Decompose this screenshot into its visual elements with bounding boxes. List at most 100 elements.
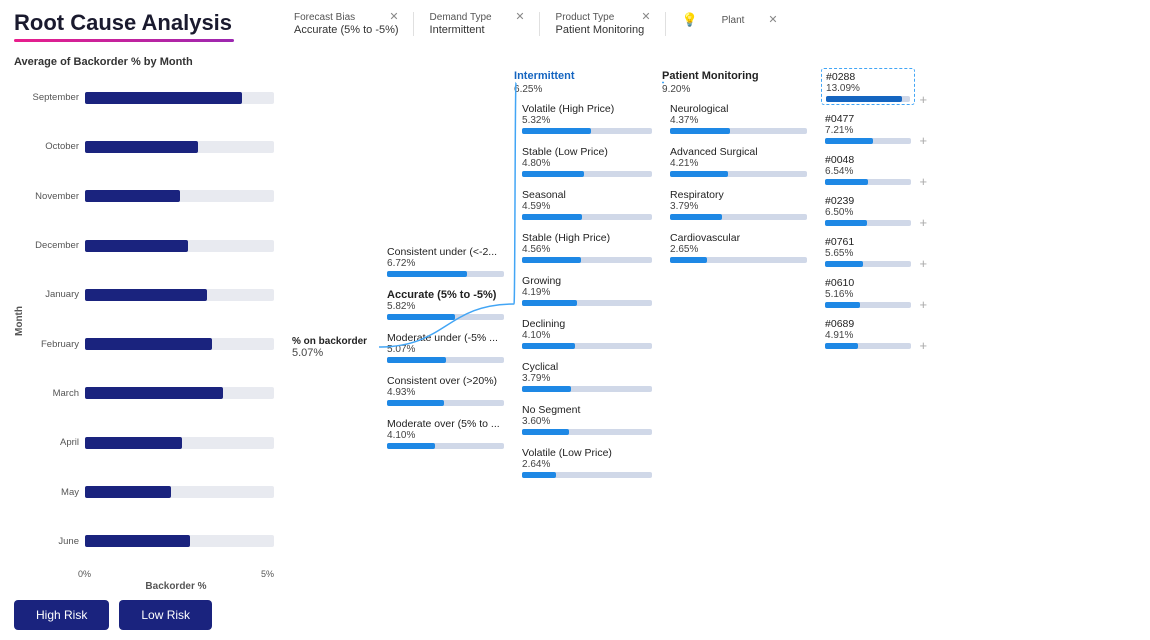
filter-name-1: Demand Type	[430, 12, 492, 23]
plant-row: #07615.65%+	[817, 232, 927, 271]
sankey-item-value: 5.07%	[292, 347, 367, 359]
sankey-bar-bg	[670, 257, 807, 263]
sankey-item-label: Cyclical	[522, 361, 652, 373]
sankey-bar-bg	[387, 443, 504, 449]
sankey-item-value: 6.50%	[825, 207, 911, 218]
plant-row: #06105.16%+	[817, 273, 927, 312]
sankey-item-label: Advanced Surgical	[670, 146, 807, 158]
bar-y-label: January	[27, 289, 85, 300]
high-risk-button[interactable]: High Risk	[14, 600, 109, 630]
filter-value-2: Patient Monitoring	[556, 24, 651, 36]
sankey-item-value: 4.91%	[825, 330, 911, 341]
sankey-item-label: #0048	[825, 154, 911, 166]
sankey-item-label: #0610	[825, 277, 911, 289]
sankey-bar-bg	[670, 128, 807, 134]
filter-close-2[interactable]: ✕	[641, 12, 650, 23]
sankey-item: Advanced Surgical4.21%	[662, 142, 811, 181]
bar-y-label: February	[27, 339, 85, 350]
demand-col-header-value: 6.25%	[514, 84, 656, 95]
sankey-item-label: Growing	[522, 275, 652, 287]
expand-plant-btn[interactable]: +	[919, 133, 927, 148]
sankey-item: #06894.91%	[817, 314, 915, 353]
bar-row: February	[27, 338, 274, 350]
expand-plant-btn[interactable]: +	[919, 297, 927, 312]
expand-plant-btn[interactable]: +	[919, 256, 927, 271]
filter-value-0: Accurate (5% to -5%)	[294, 24, 399, 36]
sankey-bar-fill	[522, 257, 581, 263]
sankey-bar-bg	[825, 179, 911, 185]
low-risk-button[interactable]: Low Risk	[119, 600, 212, 630]
sankey-item-value: 4.80%	[522, 158, 652, 169]
bar-fill	[85, 387, 223, 399]
sankey-item: Cyclical3.79%	[514, 357, 656, 396]
sankey-item-label: No Segment	[522, 404, 652, 416]
sankey-item-label: Respiratory	[670, 189, 807, 201]
bar-row: October	[27, 141, 274, 153]
sankey-bar-bg	[670, 171, 807, 177]
sankey-item-value: 7.21%	[825, 125, 911, 136]
sankey-item-label: Stable (High Price)	[522, 232, 652, 244]
bar-y-label: May	[27, 487, 85, 498]
page-title: Root Cause Analysis	[14, 10, 274, 36]
bar-row: December	[27, 240, 274, 252]
x-axis-label: 5%	[261, 569, 274, 579]
bar-row: September	[27, 92, 274, 104]
sankey-item: #00486.54%	[817, 150, 915, 189]
sankey-bar-fill	[387, 400, 444, 406]
sankey-item-value: 5.65%	[825, 248, 911, 259]
sankey-item-value: 5.82%	[387, 301, 504, 312]
filters-bar: Forecast Bias ✕ Accurate (5% to -5%) Dem…	[294, 12, 1136, 36]
sankey-bar-fill	[670, 257, 707, 263]
bar-fill	[85, 240, 188, 252]
bar-row: March	[27, 387, 274, 399]
sankey-item-value: 5.32%	[522, 115, 652, 126]
sankey-item-label: Volatile (High Price)	[522, 103, 652, 115]
sankey-bar-fill	[387, 271, 467, 277]
bars-area: SeptemberOctoberNovemberDecemberJanuaryF…	[27, 74, 274, 567]
bar-fill	[85, 338, 212, 350]
sankey-item-label: Consistent under (<-2...	[387, 246, 504, 258]
sankey-bar-fill	[522, 171, 584, 177]
sankey-bar-fill	[825, 220, 867, 226]
plant-row: #06894.91% +	[817, 314, 927, 353]
bar-fill	[85, 289, 207, 301]
filter-close-0[interactable]: ✕	[389, 12, 398, 23]
expand-plant-btn[interactable]: +	[919, 338, 927, 353]
plant-row: #00486.54% +	[817, 150, 927, 189]
sankey-item: Growing4.19%	[514, 271, 656, 310]
bar-fill	[85, 141, 198, 153]
sankey-bar-bg	[522, 214, 652, 220]
sankey-item: Consistent over (>20%)4.93%	[379, 371, 508, 410]
sankey-item: Neurological4.37%	[662, 99, 811, 138]
expand-plant-btn[interactable]: +	[919, 174, 927, 189]
filter-close-1[interactable]: ✕	[515, 12, 524, 23]
bar-y-label: October	[27, 141, 85, 152]
sankey-item-label: Moderate under (-5% ...	[387, 332, 504, 344]
filter-name-0: Forecast Bias	[294, 12, 355, 23]
sankey-item-label: #0288	[826, 71, 910, 83]
sankey-item-label: #0239	[825, 195, 911, 207]
expand-plant-btn[interactable]: +	[919, 215, 927, 230]
sankey-bar-bg	[825, 220, 911, 226]
sankey-bar-bg	[826, 96, 910, 102]
sankey-item-label: Declining	[522, 318, 652, 330]
sankey-item-label: Stable (Low Price)	[522, 146, 652, 158]
filter-chip-0: Forecast Bias ✕ Accurate (5% to -5%)	[294, 12, 414, 36]
bar-y-label: December	[27, 240, 85, 251]
sankey-item-label: #0477	[825, 113, 911, 125]
chart-section: Average of Backorder % by Month Month Se…	[14, 56, 284, 630]
sankey-bar-fill	[387, 443, 435, 449]
sankey-item-value: 6.72%	[387, 258, 504, 269]
bottom-buttons: High Risk Low Risk	[14, 600, 274, 630]
sankey-bar-bg	[387, 400, 504, 406]
sankey-bar-bg	[522, 386, 652, 392]
sankey-item-label: #0689	[825, 318, 911, 330]
sankey-item-value: 4.93%	[387, 387, 504, 398]
sankey-bar-fill	[522, 386, 571, 392]
filter-name-3: Plant	[722, 15, 745, 26]
sankey-bar-bg	[522, 343, 652, 349]
filter-close-3[interactable]: ✕	[768, 15, 777, 26]
sankey-bar-bg	[522, 171, 652, 177]
sankey-bar-bg	[670, 214, 807, 220]
expand-plant-btn[interactable]: +	[919, 92, 927, 107]
